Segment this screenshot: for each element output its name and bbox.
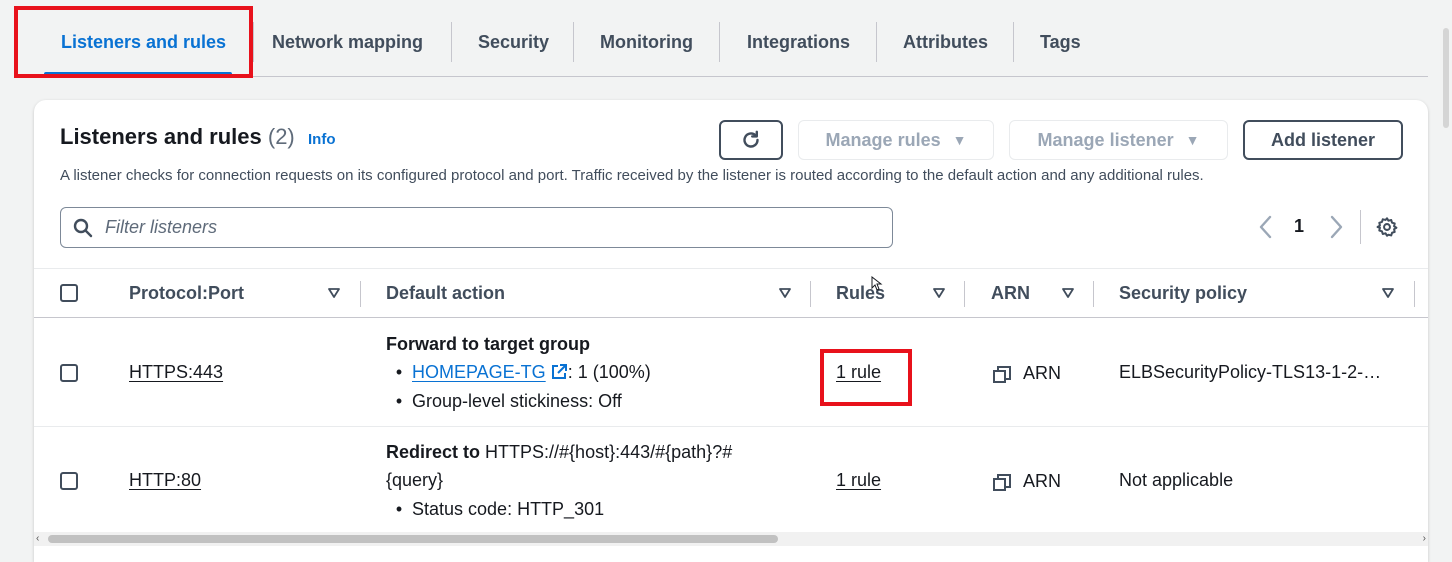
tab-divider bbox=[876, 22, 877, 62]
column-header-security-policy[interactable]: Security policy bbox=[1119, 283, 1247, 304]
stickiness-text: Group-level stickiness: Off bbox=[412, 391, 622, 411]
status-code-line: • Status code: HTTP_301 bbox=[386, 499, 604, 520]
vertical-scrollbar[interactable] bbox=[1440, 0, 1452, 562]
arn-label: ARN bbox=[1023, 471, 1062, 491]
panel-description: A listener checks for connection request… bbox=[60, 167, 1204, 184]
tab-highlight-box bbox=[14, 6, 253, 78]
target-group-link[interactable]: HOMEPAGE-TG bbox=[412, 362, 546, 382]
column-header-protocol-port[interactable]: Protocol:Port bbox=[129, 283, 244, 304]
tab-monitoring[interactable]: Monitoring bbox=[600, 28, 693, 56]
default-action-title: Redirect to HTTPS://#{host}:443/#{path}?… bbox=[386, 442, 732, 463]
tab-divider bbox=[451, 22, 452, 62]
refresh-icon bbox=[743, 130, 759, 148]
select-all-checkbox[interactable] bbox=[60, 284, 78, 302]
scroll-right-arrow[interactable]: › bbox=[1423, 534, 1426, 544]
column-divider bbox=[1414, 281, 1415, 307]
refresh-button[interactable] bbox=[719, 120, 783, 160]
manage-listener-label: Manage listener bbox=[1037, 129, 1174, 150]
target-group-line: • HOMEPAGE-TG : 1 (100%) bbox=[386, 362, 651, 383]
bullet: • bbox=[395, 391, 403, 411]
manage-listener-button[interactable]: Manage listener ▼ bbox=[1009, 120, 1228, 160]
listener-link-https-443[interactable]: HTTPS:443 bbox=[129, 362, 223, 383]
add-listener-button[interactable]: Add listener bbox=[1243, 120, 1403, 160]
filter-input[interactable] bbox=[105, 217, 865, 238]
tab-attributes[interactable]: Attributes bbox=[903, 28, 988, 56]
target-weight: : 1 (100%) bbox=[567, 362, 651, 382]
column-divider bbox=[964, 281, 965, 307]
mouse-cursor-icon bbox=[871, 276, 883, 291]
caret-down-icon: ▼ bbox=[952, 132, 967, 148]
caret-down-icon: ▼ bbox=[1185, 132, 1200, 148]
security-policy-value: ELBSecurityPolicy-TLS13-1-2-… bbox=[1119, 362, 1382, 382]
current-page[interactable]: 1 bbox=[1294, 216, 1304, 237]
arn-label: ARN bbox=[1023, 363, 1062, 383]
column-divider bbox=[1093, 281, 1094, 307]
filter-field[interactable] bbox=[60, 207, 893, 248]
horizontal-scrollbar[interactable]: ‹ › bbox=[34, 532, 1428, 546]
row-checkbox[interactable] bbox=[60, 364, 78, 382]
sort-icon[interactable] bbox=[1382, 288, 1394, 298]
tab-divider bbox=[573, 22, 574, 62]
bullet: • bbox=[395, 362, 403, 382]
rules-highlight-box bbox=[820, 349, 912, 406]
tab-divider bbox=[1013, 22, 1014, 62]
column-divider bbox=[360, 281, 361, 307]
stickiness-line: • Group-level stickiness: Off bbox=[386, 391, 622, 412]
rules-link[interactable]: 1 rule bbox=[836, 470, 881, 491]
listener-link-http-80[interactable]: HTTP:80 bbox=[129, 470, 201, 491]
bullet: • bbox=[395, 499, 403, 519]
tab-divider bbox=[719, 22, 720, 62]
tab-bar: Listeners and rules Network mapping Secu… bbox=[0, 0, 1452, 80]
status-code-text: Status code: HTTP_301 bbox=[412, 499, 605, 519]
panel-title-text: Listeners and rules bbox=[60, 124, 262, 149]
search-icon bbox=[73, 218, 93, 237]
sort-icon[interactable] bbox=[779, 288, 791, 298]
manage-rules-label: Manage rules bbox=[825, 129, 941, 150]
vertical-scrollbar-thumb[interactable] bbox=[1443, 28, 1449, 128]
security-policy-value: Not applicable bbox=[1119, 470, 1234, 490]
redirect-target: HTTPS://#{host}:443/#{path}?# bbox=[480, 442, 733, 462]
redirect-target-continued: {query} bbox=[386, 470, 444, 490]
manage-rules-button[interactable]: Manage rules ▼ bbox=[798, 120, 994, 160]
tab-integrations[interactable]: Integrations bbox=[747, 28, 850, 56]
column-header-default-action[interactable]: Default action bbox=[386, 283, 505, 304]
sort-icon[interactable] bbox=[328, 288, 340, 298]
table-header: Protocol:Port Default action Rules ARN S… bbox=[34, 268, 1428, 318]
chevron-right-icon[interactable] bbox=[1326, 214, 1346, 240]
info-link[interactable]: Info bbox=[308, 131, 336, 148]
gear-icon[interactable] bbox=[1376, 216, 1398, 238]
table-row: HTTP:80 Redirect to HTTPS://#{host}:443/… bbox=[34, 428, 1428, 536]
copy-icon[interactable] bbox=[992, 365, 1012, 385]
chevron-left-icon[interactable] bbox=[1256, 214, 1276, 240]
external-link-icon[interactable] bbox=[550, 363, 568, 381]
scroll-left-arrow[interactable]: ‹ bbox=[36, 534, 39, 544]
sort-icon[interactable] bbox=[1062, 288, 1074, 298]
column-divider bbox=[810, 281, 811, 307]
panel-title-count: (2) bbox=[267, 124, 295, 149]
panel-title: Listeners and rules (2) bbox=[60, 124, 295, 150]
sort-icon[interactable] bbox=[933, 288, 945, 298]
column-header-arn[interactable]: ARN bbox=[991, 283, 1030, 304]
tab-tags[interactable]: Tags bbox=[1040, 28, 1081, 56]
tab-network-mapping[interactable]: Network mapping bbox=[272, 28, 423, 56]
redirect-label: Redirect to bbox=[386, 442, 481, 462]
row-checkbox[interactable] bbox=[60, 472, 78, 490]
listeners-panel: Listeners and rules (2) Info A listener … bbox=[34, 100, 1428, 562]
tab-divider bbox=[253, 22, 254, 62]
default-action-title: Forward to target group bbox=[386, 334, 590, 354]
copy-icon[interactable] bbox=[992, 473, 1012, 493]
scrollbar-thumb[interactable] bbox=[48, 535, 778, 543]
table-row: HTTPS:443 Forward to target group • HOMEP… bbox=[34, 319, 1428, 427]
pager-divider bbox=[1360, 210, 1361, 244]
tab-security[interactable]: Security bbox=[478, 28, 549, 56]
